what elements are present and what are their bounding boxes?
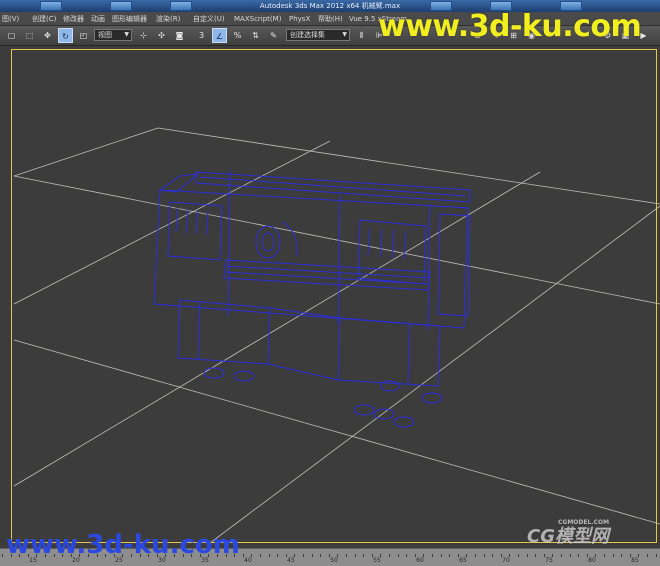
frame-tick [303, 554, 304, 557]
frame-tick [363, 554, 365, 557]
angle-snap-icon[interactable]: ∠ [212, 28, 227, 43]
watermark-bottom: www.3d-ku.com [6, 530, 240, 560]
frame-tick [432, 554, 433, 557]
frame-tick [561, 554, 562, 557]
frame-tick [260, 554, 261, 557]
frame-tick [578, 554, 580, 557]
frame-tick [492, 554, 494, 557]
frame-label: 40 [244, 557, 252, 564]
frame-label: 45 [287, 557, 295, 564]
mirror-icon[interactable]: ⫴ [354, 28, 369, 43]
menu-item[interactable]: 渲染(R) [156, 12, 180, 26]
frame-tick [346, 554, 347, 557]
move-icon[interactable]: ✣ [154, 28, 169, 43]
active-viewport-border [11, 49, 657, 543]
named-selection-value: 创建选择集 [290, 31, 325, 39]
frame-tick [397, 554, 399, 557]
menu-item[interactable]: 帮助(H) [318, 12, 343, 26]
menu-item[interactable]: 图(V) [2, 12, 19, 26]
frame-tick [612, 554, 614, 557]
link-icon[interactable]: ◙ [172, 28, 187, 43]
frame-label: 55 [373, 557, 381, 564]
frame-tick [518, 554, 519, 557]
frame-tick [311, 554, 313, 557]
frame-tick [647, 554, 648, 557]
frame-tick [440, 554, 442, 557]
frame-label: 85 [631, 557, 639, 564]
frame-tick [483, 554, 485, 557]
chevron-down-icon: ▼ [124, 31, 129, 38]
move-icon[interactable]: ✥ [40, 28, 55, 43]
menu-item[interactable]: 图形编辑器 [112, 12, 147, 26]
frame-tick [277, 554, 279, 557]
frame-tick [354, 554, 356, 557]
rotate-icon[interactable]: ↻ [58, 28, 73, 43]
menu-item[interactable]: PhysX [289, 12, 310, 26]
frame-label: 75 [545, 557, 553, 564]
spinner-snap-icon[interactable]: ⇅ [248, 28, 263, 43]
pivot-icon[interactable]: ⊹ [136, 28, 151, 43]
frame-tick [268, 554, 270, 557]
menu-item[interactable]: 修改器 [63, 12, 84, 26]
frame-tick [535, 554, 537, 557]
reference-coordinate-value: 视图 [98, 31, 112, 39]
watermark-logo: CG模型网 [527, 526, 609, 547]
scale-icon[interactable]: ◰ [76, 28, 91, 43]
frame-tick [2, 554, 3, 557]
watermark-top: www.3d-ku.com [378, 9, 642, 44]
snap-3d-icon[interactable]: 3 [194, 28, 209, 43]
frame-tick [569, 554, 571, 557]
frame-tick [449, 554, 451, 557]
chevron-down-icon: ▼ [342, 31, 347, 38]
frame-tick [475, 554, 476, 557]
menu-item[interactable]: 创建(C) [32, 12, 56, 26]
frame-label: 80 [588, 557, 596, 564]
frame-tick [389, 554, 390, 557]
frame-label: 65 [459, 557, 467, 564]
select-icon[interactable]: ▢ [4, 28, 19, 43]
frame-tick [655, 554, 657, 557]
named-selection-dropdown[interactable]: 创建选择集 ▼ [286, 29, 350, 41]
frame-label: 70 [502, 557, 510, 564]
frame-label: 50 [330, 557, 338, 564]
perspective-viewport[interactable] [0, 46, 660, 548]
frame-tick [621, 554, 623, 557]
frame-tick [406, 554, 408, 557]
edit-named-selection-icon[interactable]: ✎ [266, 28, 281, 43]
menu-item[interactable]: 自定义(U) [193, 12, 225, 26]
select-object-icon[interactable]: ⬚ [22, 28, 37, 43]
reference-coordinate-dropdown[interactable]: 视图 ▼ [94, 29, 132, 41]
frame-tick [526, 554, 528, 557]
menu-item[interactable]: MAXScript(M) [234, 12, 281, 26]
menu-item[interactable]: 动画 [91, 12, 105, 26]
frame-label: 60 [416, 557, 424, 564]
percent-snap-icon[interactable]: % [230, 28, 245, 43]
frame-tick [320, 554, 322, 557]
frame-tick [604, 554, 605, 557]
